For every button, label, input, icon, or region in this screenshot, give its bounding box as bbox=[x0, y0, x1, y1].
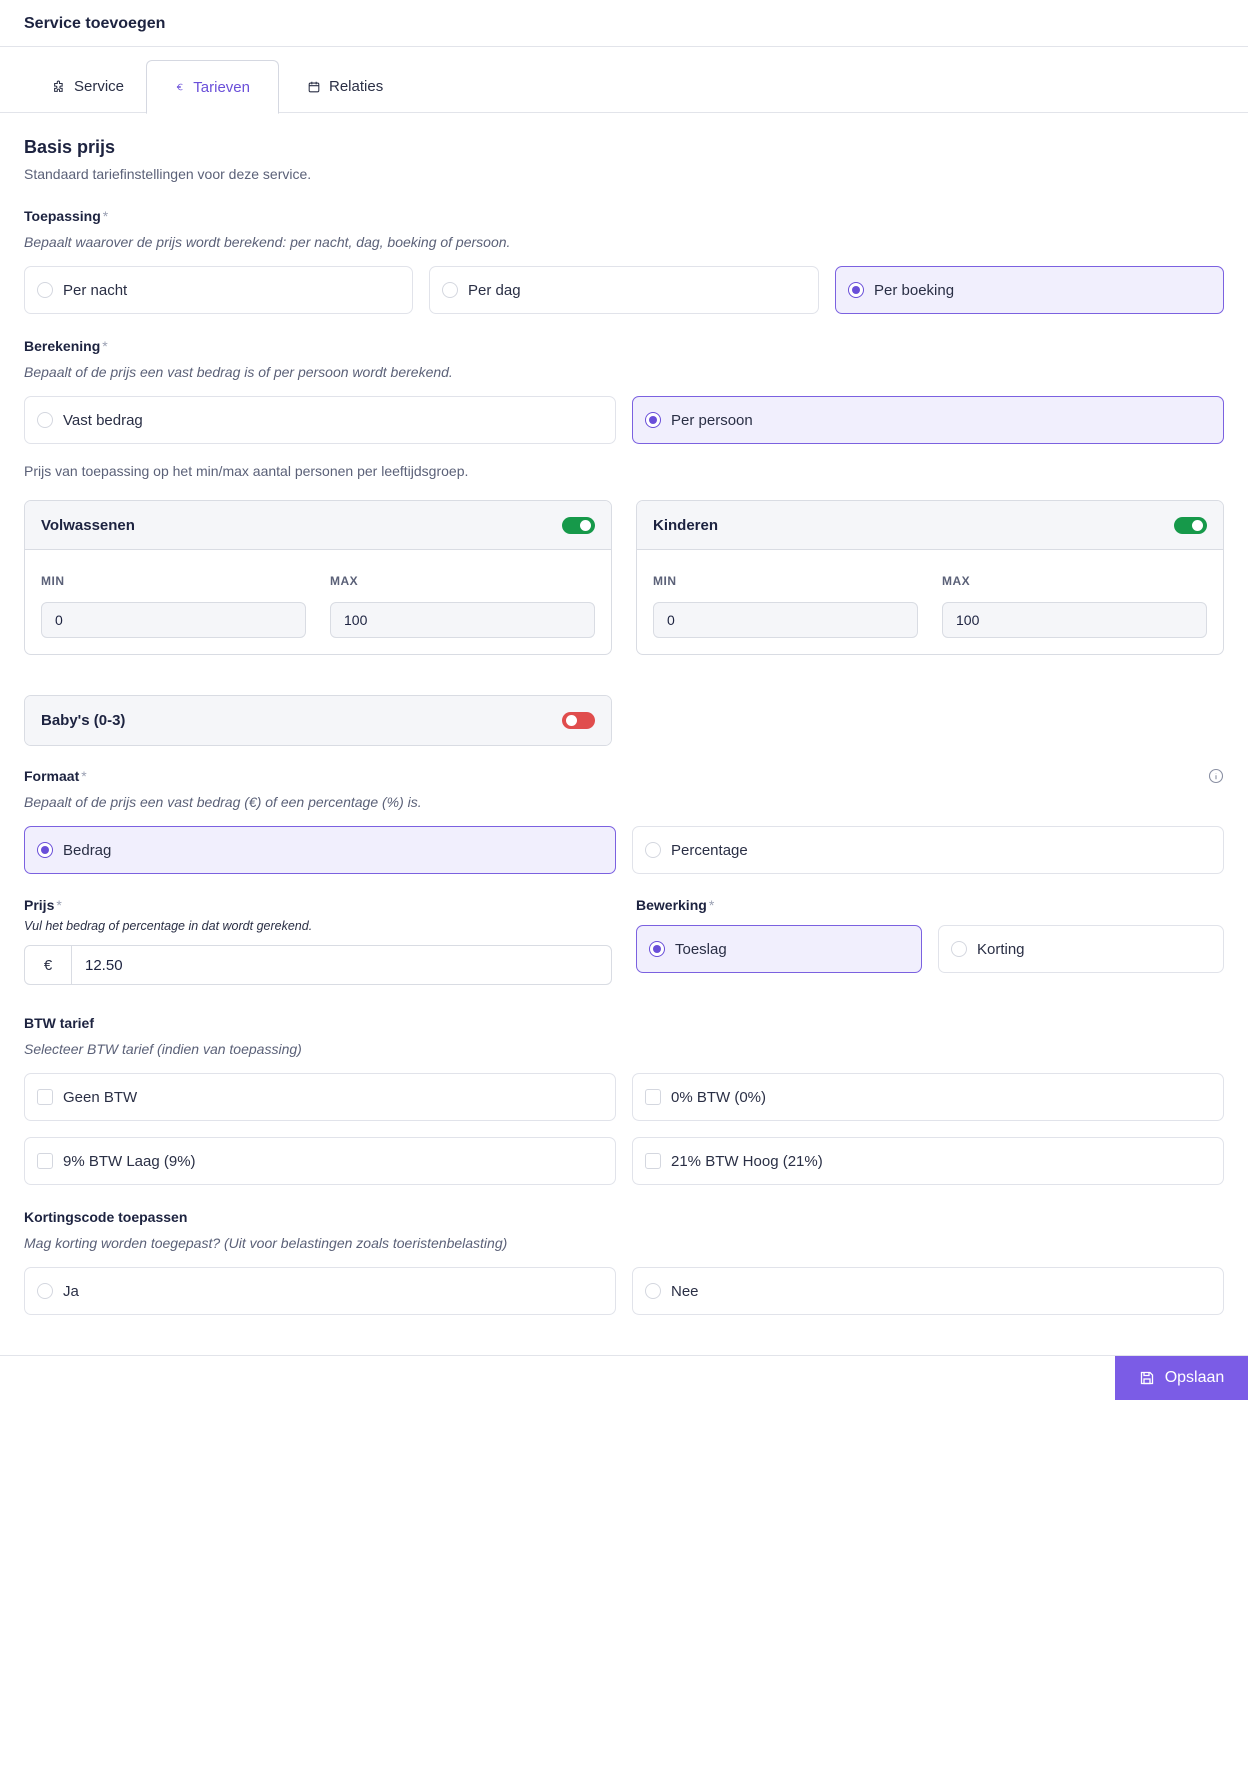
calendar-icon bbox=[308, 81, 320, 92]
min-input[interactable]: 0 bbox=[41, 602, 306, 638]
berekening-label: Berekening * bbox=[24, 338, 108, 354]
section-subtitle: Standaard tariefinstellingen voor deze s… bbox=[24, 166, 312, 182]
section-title: Basis prijs bbox=[24, 137, 116, 157]
card-header: Kinderen bbox=[637, 501, 1223, 550]
max-input[interactable]: 100 bbox=[942, 602, 1207, 638]
save-label: Opslaan bbox=[1164, 1369, 1225, 1386]
card-title: Volwassenen bbox=[41, 516, 135, 534]
min-label: MIN bbox=[41, 574, 65, 588]
btw-label: BTW tarief bbox=[24, 1015, 94, 1031]
min-input[interactable]: 0 bbox=[653, 602, 918, 638]
tab-tarieven[interactable]: Tarieven bbox=[146, 60, 279, 114]
option-bedrag[interactable]: Bedrag bbox=[24, 826, 616, 874]
radio-button[interactable] bbox=[442, 282, 458, 298]
formaat-label: Formaat * bbox=[24, 768, 87, 784]
option-per-dag[interactable]: Per dag bbox=[429, 266, 819, 314]
min-label: MIN bbox=[653, 574, 677, 588]
radio-button-selected[interactable] bbox=[645, 412, 661, 428]
checkbox[interactable] bbox=[37, 1153, 53, 1169]
option-btw-21[interactable]: 21% BTW Hoog (21%) bbox=[632, 1137, 1224, 1185]
radio-button[interactable] bbox=[37, 1283, 53, 1299]
radio-button-selected[interactable] bbox=[848, 282, 864, 298]
card-title: Baby's (0-3) bbox=[41, 712, 126, 729]
toggle-switch[interactable] bbox=[562, 712, 595, 729]
checkbox[interactable] bbox=[645, 1089, 661, 1105]
checkbox[interactable] bbox=[645, 1153, 661, 1169]
info-icon[interactable] bbox=[1208, 768, 1224, 784]
puzzle-icon bbox=[54, 80, 63, 92]
radio-button[interactable] bbox=[645, 1283, 661, 1299]
modal-title: Service toevoegen bbox=[0, 0, 1248, 47]
currency-prefix: € bbox=[25, 946, 72, 984]
bewerking-label: Bewerking * bbox=[636, 897, 715, 913]
option-nee[interactable]: Nee bbox=[632, 1267, 1224, 1315]
tab-relaties[interactable]: Relaties bbox=[279, 60, 411, 113]
option-korting[interactable]: Korting bbox=[938, 925, 1224, 973]
formaat-help: Bepaalt of de prijs een vast bedrag (€) … bbox=[24, 794, 422, 810]
toepassing-help: Bepaalt waarover de prijs wordt berekend… bbox=[24, 234, 511, 250]
card-title: Kinderen bbox=[653, 516, 719, 534]
max-label: MAX bbox=[330, 574, 359, 588]
option-per-persoon[interactable]: Per persoon bbox=[632, 396, 1224, 444]
radio-button[interactable] bbox=[951, 941, 967, 957]
option-ja[interactable]: Ja bbox=[24, 1267, 616, 1315]
radio-button-selected[interactable] bbox=[37, 842, 53, 858]
age-groups-note: Prijs van toepassing op het min/max aant… bbox=[24, 463, 469, 479]
kortingscode-label: Kortingscode toepassen bbox=[24, 1209, 188, 1225]
tab-label: Service bbox=[74, 78, 125, 95]
prijs-help: Vul het bedrag of percentage in dat word… bbox=[24, 919, 313, 933]
save-icon bbox=[1140, 1371, 1153, 1385]
price-value[interactable]: 12.50 bbox=[72, 946, 123, 984]
price-input[interactable]: € 12.50 bbox=[24, 945, 612, 985]
tab-label: Tarieven bbox=[193, 78, 250, 96]
service-modal: Service toevoegen Service Tarieven Relat… bbox=[0, 0, 1248, 1400]
option-btw-0[interactable]: 0% BTW (0%) bbox=[632, 1073, 1224, 1121]
tab-label: Relaties bbox=[329, 78, 384, 95]
checkbox[interactable] bbox=[37, 1089, 53, 1105]
card-header: Baby's (0-3) bbox=[25, 696, 611, 745]
kortingscode-help: Mag korting worden toegepast? (Uit voor … bbox=[24, 1235, 508, 1251]
option-toeslag[interactable]: Toeslag bbox=[636, 925, 922, 973]
option-per-nacht[interactable]: Per nacht bbox=[24, 266, 413, 314]
euro-icon bbox=[176, 83, 183, 91]
age-group-card-volwassenen: Volwassenen MIN MAX 0 100 bbox=[24, 500, 612, 655]
tab-bar: Service Tarieven Relaties bbox=[0, 60, 1248, 114]
option-percentage[interactable]: Percentage bbox=[632, 826, 1224, 874]
btw-help: Selecteer BTW tarief (indien van toepass… bbox=[24, 1041, 302, 1057]
save-button[interactable]: Opslaan bbox=[1115, 1356, 1248, 1400]
radio-button[interactable] bbox=[645, 842, 661, 858]
tab-service[interactable]: Service bbox=[24, 60, 152, 113]
footer-divider bbox=[0, 1355, 1248, 1356]
option-per-boeking[interactable]: Per boeking bbox=[835, 266, 1224, 314]
option-geen-btw[interactable]: Geen BTW bbox=[24, 1073, 616, 1121]
option-vast-bedrag[interactable]: Vast bedrag bbox=[24, 396, 616, 444]
option-btw-9[interactable]: 9% BTW Laag (9%) bbox=[24, 1137, 616, 1185]
prijs-label: Prijs * bbox=[24, 897, 62, 913]
toggle-switch[interactable] bbox=[562, 516, 595, 534]
radio-button-selected[interactable] bbox=[649, 941, 665, 957]
age-group-card-babys: Baby's (0-3) bbox=[24, 695, 612, 746]
card-header: Volwassenen bbox=[25, 501, 611, 550]
radio-button[interactable] bbox=[37, 412, 53, 428]
max-label: MAX bbox=[942, 574, 971, 588]
toepassing-label: Toepassing * bbox=[24, 208, 109, 224]
berekening-help: Bepaalt of de prijs een vast bedrag is o… bbox=[24, 364, 453, 380]
max-input[interactable]: 100 bbox=[330, 602, 595, 638]
toggle-switch[interactable] bbox=[1174, 516, 1207, 534]
age-group-card-kinderen: Kinderen MIN MAX 0 100 bbox=[636, 500, 1224, 655]
radio-button[interactable] bbox=[37, 282, 53, 298]
